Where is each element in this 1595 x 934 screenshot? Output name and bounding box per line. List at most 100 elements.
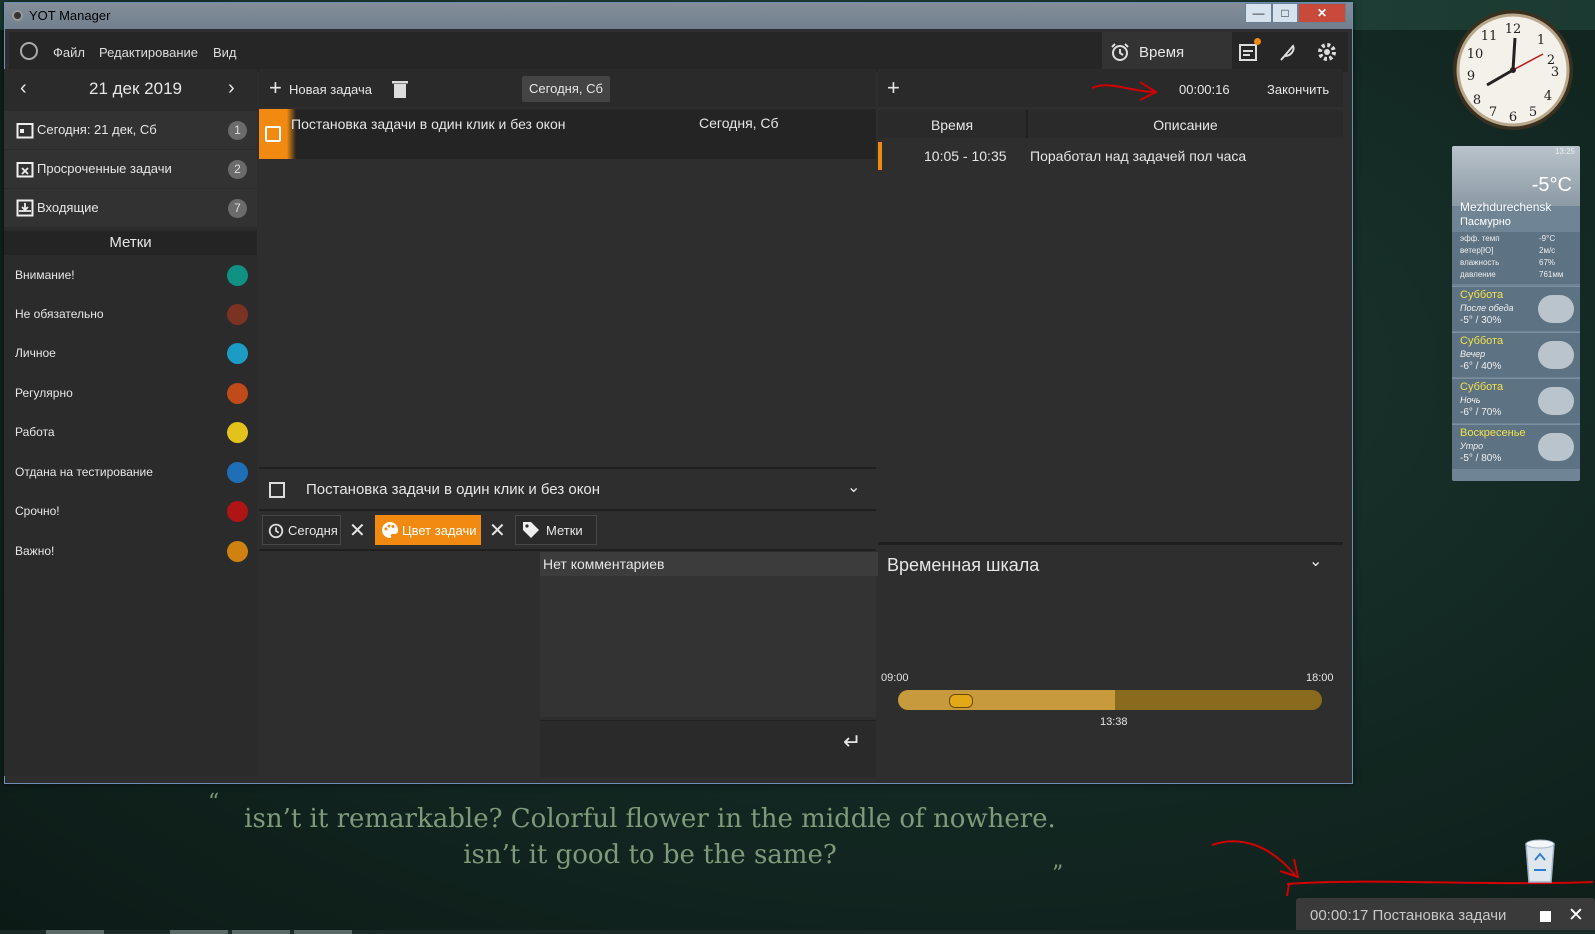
- new-task-button[interactable]: Новая задача: [289, 82, 372, 97]
- tag-item[interactable]: Работа: [4, 414, 257, 452]
- weather-details: эфф. темп -9°C ветер[Ю] 2м/с влажность 6…: [1452, 232, 1580, 284]
- alarm-clock-icon: [268, 523, 284, 539]
- app-icon: [12, 10, 23, 21]
- task-row[interactable]: Постановка задачи в один клик и без окон…: [259, 109, 876, 159]
- col-header-time[interactable]: Время: [878, 110, 1028, 138]
- close-button[interactable]: ✕: [1298, 3, 1346, 23]
- annotation-arrow: [1091, 81, 1159, 101]
- taskbar-button[interactable]: [294, 930, 352, 934]
- gear-icon[interactable]: [1316, 41, 1338, 63]
- date-nav: ‹ 21 дек 2019 ›: [4, 69, 257, 107]
- divider: [878, 542, 1343, 545]
- remove-date-icon[interactable]: ✕: [349, 518, 366, 543]
- sidebar-item-today[interactable]: Сегодня: 21 дек, Сб 1: [4, 111, 257, 149]
- col-header-desc[interactable]: Описание: [1028, 110, 1343, 138]
- tag-label: Работа: [15, 425, 55, 439]
- quote-line-1: isn’t it remarkable? Colorful flower in …: [244, 804, 1056, 834]
- chevron-down-icon[interactable]: ⌄: [1309, 551, 1322, 571]
- prev-day-icon[interactable]: ‹: [20, 77, 27, 100]
- detail-title[interactable]: Постановка задачи в один клик и без окон: [306, 481, 600, 498]
- timeline-bar[interactable]: [898, 690, 1322, 710]
- sidebar-item-label: Просроченные задачи: [37, 161, 172, 176]
- tag-color-dot[interactable]: [227, 343, 248, 364]
- timer-notification[interactable]: 00:00:17 Постановка задачи ✕: [1296, 898, 1595, 934]
- tag-item[interactable]: Регулярно: [4, 375, 257, 413]
- tag-item[interactable]: Срочно!: [4, 493, 257, 531]
- tag-label: Не обязательно: [15, 307, 104, 321]
- time-entry-row[interactable]: 10:05 - 10:35 Поработал над задачей пол …: [878, 140, 1343, 170]
- title-bar[interactable]: [5, 3, 1352, 29]
- tag-color-dot[interactable]: [227, 265, 248, 286]
- menu-edit[interactable]: Редактирование: [99, 45, 198, 60]
- add-time-icon[interactable]: +: [887, 75, 900, 101]
- chevron-down-icon[interactable]: ⌄: [847, 477, 860, 497]
- menu-file[interactable]: Файл: [53, 45, 85, 60]
- tag-item[interactable]: Отдана на тестирование: [4, 454, 257, 492]
- tag-color-dot[interactable]: [227, 422, 248, 443]
- sidebar-item-inbox[interactable]: Входящие 7: [4, 189, 257, 227]
- count-badge: 2: [228, 160, 247, 179]
- tag-color-dot[interactable]: [227, 462, 248, 483]
- app-menu-icon[interactable]: [20, 42, 38, 60]
- timeline-start: 09:00: [881, 672, 909, 684]
- forecast-part: Утро: [1460, 441, 1484, 451]
- tags-chip[interactable]: Метки: [515, 515, 597, 545]
- calendar-icon[interactable]: [1238, 42, 1258, 62]
- svg-text:6: 6: [1509, 110, 1517, 125]
- snow-cloud-icon: [1538, 341, 1574, 369]
- forecast-value: -5° / 80%: [1460, 453, 1502, 464]
- detail-checkbox[interactable]: [269, 482, 285, 498]
- color-chip[interactable]: Цвет задачи: [375, 515, 481, 545]
- tag-item[interactable]: Не обязательно: [4, 296, 257, 334]
- timeline-entry-marker[interactable]: [949, 694, 973, 708]
- count-badge: 1: [228, 121, 247, 140]
- sidebar-item-label: Сегодня: 21 дек, Сб: [37, 122, 157, 137]
- close-icon[interactable]: ✕: [1568, 904, 1584, 927]
- stop-icon[interactable]: [1540, 911, 1551, 922]
- timeline-title: Временная шкала: [887, 555, 1040, 575]
- date-chip[interactable]: Сегодня: [262, 515, 341, 545]
- current-date[interactable]: 21 дек 2019: [89, 79, 182, 99]
- forecast-value: -5° / 30%: [1460, 315, 1502, 326]
- forecast-item: Суббота Ночь -6° / 70%: [1452, 378, 1580, 423]
- sidebar-item-overdue[interactable]: Просроченные задачи 2: [4, 150, 257, 188]
- recycle-bin-icon[interactable]: [1520, 836, 1560, 884]
- minimize-button[interactable]: —: [1245, 3, 1272, 23]
- time-table-header: Время Описание: [878, 110, 1343, 138]
- task-date: Сегодня, Сб: [699, 115, 779, 131]
- tab-time[interactable]: Время: [1102, 32, 1232, 72]
- next-day-icon[interactable]: ›: [228, 77, 235, 100]
- remove-color-icon[interactable]: ✕: [489, 518, 506, 543]
- forecast-day: Суббота: [1460, 335, 1504, 347]
- menu-view[interactable]: Вид: [213, 45, 237, 60]
- svg-text:4: 4: [1544, 89, 1552, 104]
- detail-key: ветер[Ю]: [1460, 246, 1494, 255]
- detail-key: влажность: [1460, 258, 1500, 267]
- forecast-value: -6° / 40%: [1460, 361, 1502, 372]
- feather-icon[interactable]: [1277, 42, 1297, 62]
- entry-desc: Поработал над задачей пол часа: [1030, 148, 1247, 164]
- tag-color-dot[interactable]: [227, 383, 248, 404]
- date-filter-button[interactable]: Сегодня, Сб: [522, 76, 610, 102]
- forecast-part: Ночь: [1460, 395, 1481, 405]
- maximize-button[interactable]: □: [1272, 3, 1298, 23]
- tag-item[interactable]: Личное: [4, 335, 257, 373]
- tag-color-dot[interactable]: [227, 501, 248, 522]
- comments-header: Нет комментариев: [540, 552, 879, 576]
- task-checkbox[interactable]: [265, 126, 281, 142]
- tag-item[interactable]: Важно!: [4, 533, 257, 571]
- finish-button[interactable]: Закончить: [1267, 82, 1329, 97]
- forecast-value: -6° / 70%: [1460, 407, 1502, 418]
- trash-icon[interactable]: [392, 80, 408, 98]
- tag-item[interactable]: Внимание!: [4, 257, 257, 295]
- tag-color-dot[interactable]: [227, 304, 248, 325]
- svg-text:10: 10: [1467, 47, 1484, 62]
- add-icon[interactable]: +: [269, 75, 282, 101]
- taskbar-button[interactable]: [46, 930, 104, 934]
- taskbar-button[interactable]: [170, 930, 228, 934]
- comment-input[interactable]: [540, 720, 876, 777]
- tag-color-dot[interactable]: [227, 541, 248, 562]
- enter-icon[interactable]: ↵: [843, 729, 861, 755]
- taskbar-button[interactable]: [232, 930, 290, 934]
- entry-color-bar: [878, 142, 882, 170]
